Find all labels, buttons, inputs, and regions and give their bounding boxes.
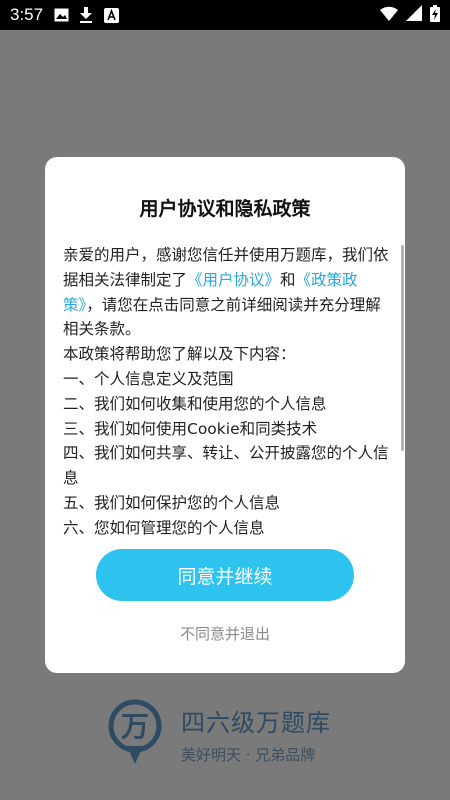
text-app-icon	[103, 7, 119, 23]
list-item: 一、个人信息定义及范围	[63, 369, 234, 388]
list-item: 四、我们如何共享、转让、公开披露您的个人信息	[63, 444, 389, 488]
dialog-scrollbar[interactable]	[401, 245, 404, 451]
privacy-dialog: 用户协议和隐私政策 亲爱的用户，感谢您信任并使用万题库，我们依据相关法律制定了《…	[45, 157, 405, 673]
disagree-exit-button[interactable]: 不同意并退出	[45, 623, 405, 644]
brand-logo-char: 万	[121, 710, 149, 743]
brand-slogan: 美好明天 · 兄弟品牌	[181, 746, 316, 764]
wifi-icon	[380, 6, 398, 25]
signal-icon	[406, 5, 422, 25]
list-item: 五、我们如何保护您的个人信息	[63, 493, 281, 512]
dialog-title: 用户协议和隐私政策	[139, 198, 311, 220]
agree-continue-button[interactable]: 同意并继续	[96, 549, 354, 601]
intro-and: 和	[280, 270, 296, 289]
download-icon	[78, 7, 94, 23]
list-item: 二、我们如何收集和使用您的个人信息	[63, 394, 327, 413]
intro-paragraph: 亲爱的用户，感谢您信任并使用万题库，我们依据相关法律制定了《用户协议》和《政策政…	[63, 243, 391, 342]
image-icon	[53, 7, 69, 23]
brand-logo-icon: 万	[105, 698, 167, 770]
list-item: 六、您如何管理您的个人信息	[63, 518, 265, 537]
user-agreement-link[interactable]: 《用户协议》	[187, 271, 280, 289]
list-item: 三、我们如何使用Cookie和同类技术	[63, 419, 318, 438]
battery-charging-icon	[430, 4, 440, 26]
status-indicators	[380, 4, 440, 26]
status-bar: 3:57	[0, 0, 450, 30]
status-time: 3:57	[10, 5, 44, 24]
brand-block: 万 四六级万题库 美好明天 · 兄弟品牌	[105, 698, 331, 770]
intro-text-2: ，请您在点击同意之前详细阅读并充分理解相关条款。	[63, 295, 381, 339]
list-intro: 本政策将帮助您了解以及下内容：	[63, 345, 296, 364]
dialog-body[interactable]: 亲爱的用户，感谢您信任并使用万题库，我们依据相关法律制定了《用户协议》和《政策政…	[63, 243, 391, 613]
brand-title: 四六级万题库	[181, 709, 331, 737]
